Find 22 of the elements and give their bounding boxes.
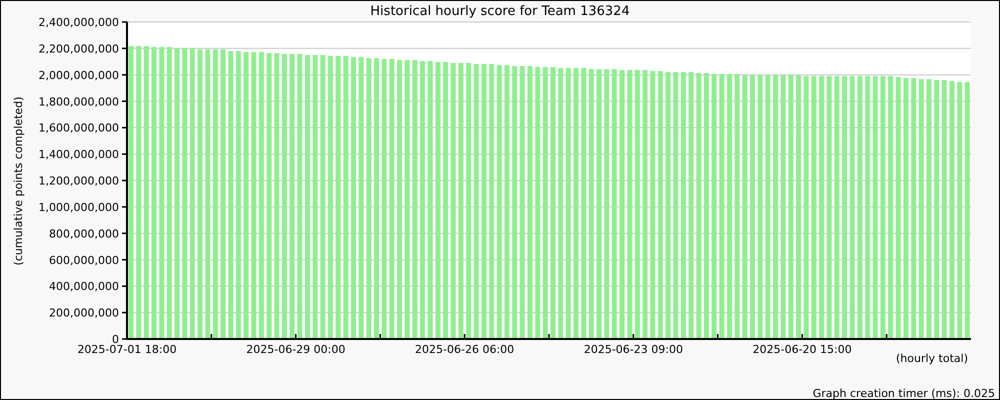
tick-label: 200,000,000 — [49, 306, 119, 320]
tick-label: 2,000,000,000 — [38, 68, 119, 82]
tick-label: 2025-07-01 18:00 — [77, 343, 177, 356]
axis-title: (hourly total) — [896, 352, 968, 365]
tick-label: 1,200,000,000 — [38, 174, 119, 188]
chart-title: Historical hourly score for Team 136324 — [370, 4, 630, 19]
tick-label: 600,000,000 — [49, 254, 119, 267]
tick-label: 2025-06-26 06:00 — [415, 343, 514, 356]
axis-title: (cumulative points completed) — [12, 96, 25, 266]
tick-label: 1,600,000,000 — [38, 122, 119, 135]
tick-label: 0 — [112, 333, 119, 346]
tick-label: 400,000,000 — [49, 280, 119, 294]
tick-label: 2,400,000,000 — [38, 16, 119, 29]
tick-label: 800,000,000 — [49, 227, 119, 240]
tick-label: 2025-06-29 00:00 — [246, 343, 346, 356]
footer-text: Graph creation timer (ms): 0.025 — [812, 387, 995, 400]
tick-label: 2025-06-23 09:00 — [584, 343, 683, 356]
tick-label: 1,000,000,000 — [38, 200, 119, 214]
tick-label: 2025-06-20 15:00 — [752, 343, 852, 356]
tick-label: 1,400,000,000 — [38, 148, 119, 162]
tick-label: 2,200,000,000 — [38, 42, 119, 56]
tick-label: 1,800,000,000 — [38, 95, 119, 108]
